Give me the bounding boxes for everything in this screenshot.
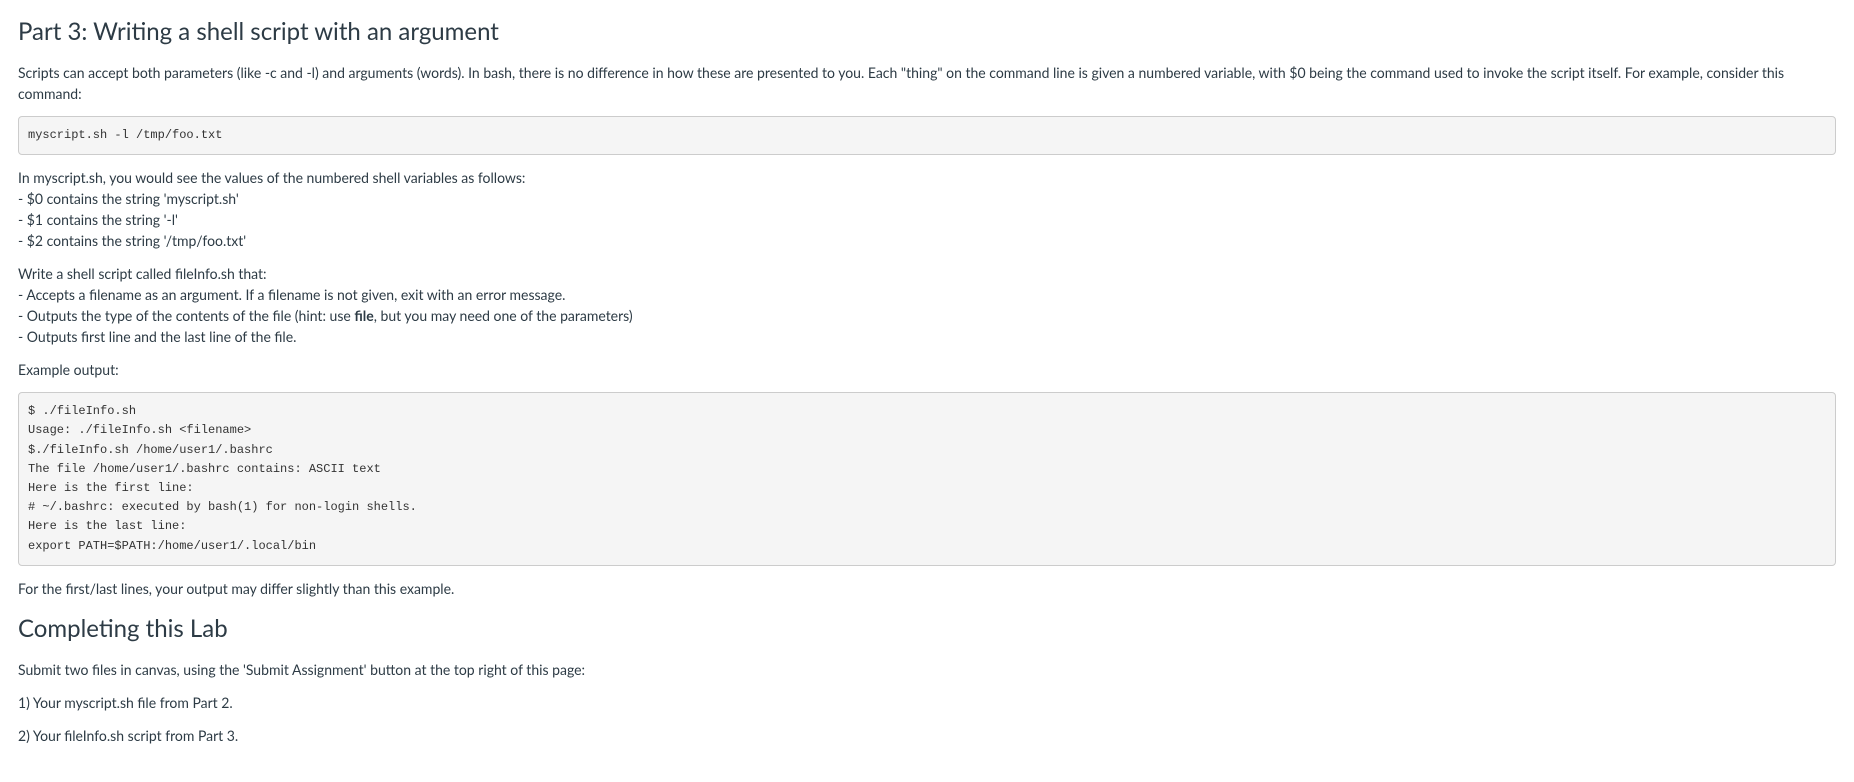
example-label: Example output: (18, 359, 1836, 380)
code-block-command: myscript.sh -l /tmp/foo.txt (18, 116, 1836, 155)
vars-intro-text: In myscript.sh, you would see the values… (18, 169, 525, 186)
section-heading-part3: Part 3: Writing a shell script with an a… (18, 14, 1836, 50)
submit-item-1: 1) Your myscript.sh file from Part 2. (18, 692, 1836, 713)
var0-text: - $0 contains the string 'myscript.sh' (18, 190, 239, 207)
var2-text: - $2 contains the string '/tmp/foo.txt' (18, 232, 246, 249)
submit-item-2: 2) Your fileInfo.sh script from Part 3. (18, 725, 1836, 746)
task2-pre: - Outputs the type of the contents of th… (18, 307, 354, 324)
code-block-example-output: $ ./fileInfo.sh Usage: ./fileInfo.sh <fi… (18, 392, 1836, 566)
task2-post: , but you may need one of the parameters… (374, 307, 633, 324)
task2-bold: file (354, 307, 373, 324)
intro-paragraph: Scripts can accept both parameters (like… (18, 62, 1836, 104)
task-requirements: Write a shell script called fileInfo.sh … (18, 263, 1836, 347)
note-paragraph: For the first/last lines, your output ma… (18, 578, 1836, 599)
task1-text: - Accepts a filename as an argument. If … (18, 286, 565, 303)
var1-text: - $1 contains the string '-l' (18, 211, 178, 228)
section-heading-completing: Completing this Lab (18, 611, 1836, 647)
variables-explanation: In myscript.sh, you would see the values… (18, 167, 1836, 251)
submit-intro: Submit two files in canvas, using the 'S… (18, 659, 1836, 680)
task-intro-text: Write a shell script called fileInfo.sh … (18, 265, 267, 282)
task3-text: - Outputs first line and the last line o… (18, 328, 296, 345)
